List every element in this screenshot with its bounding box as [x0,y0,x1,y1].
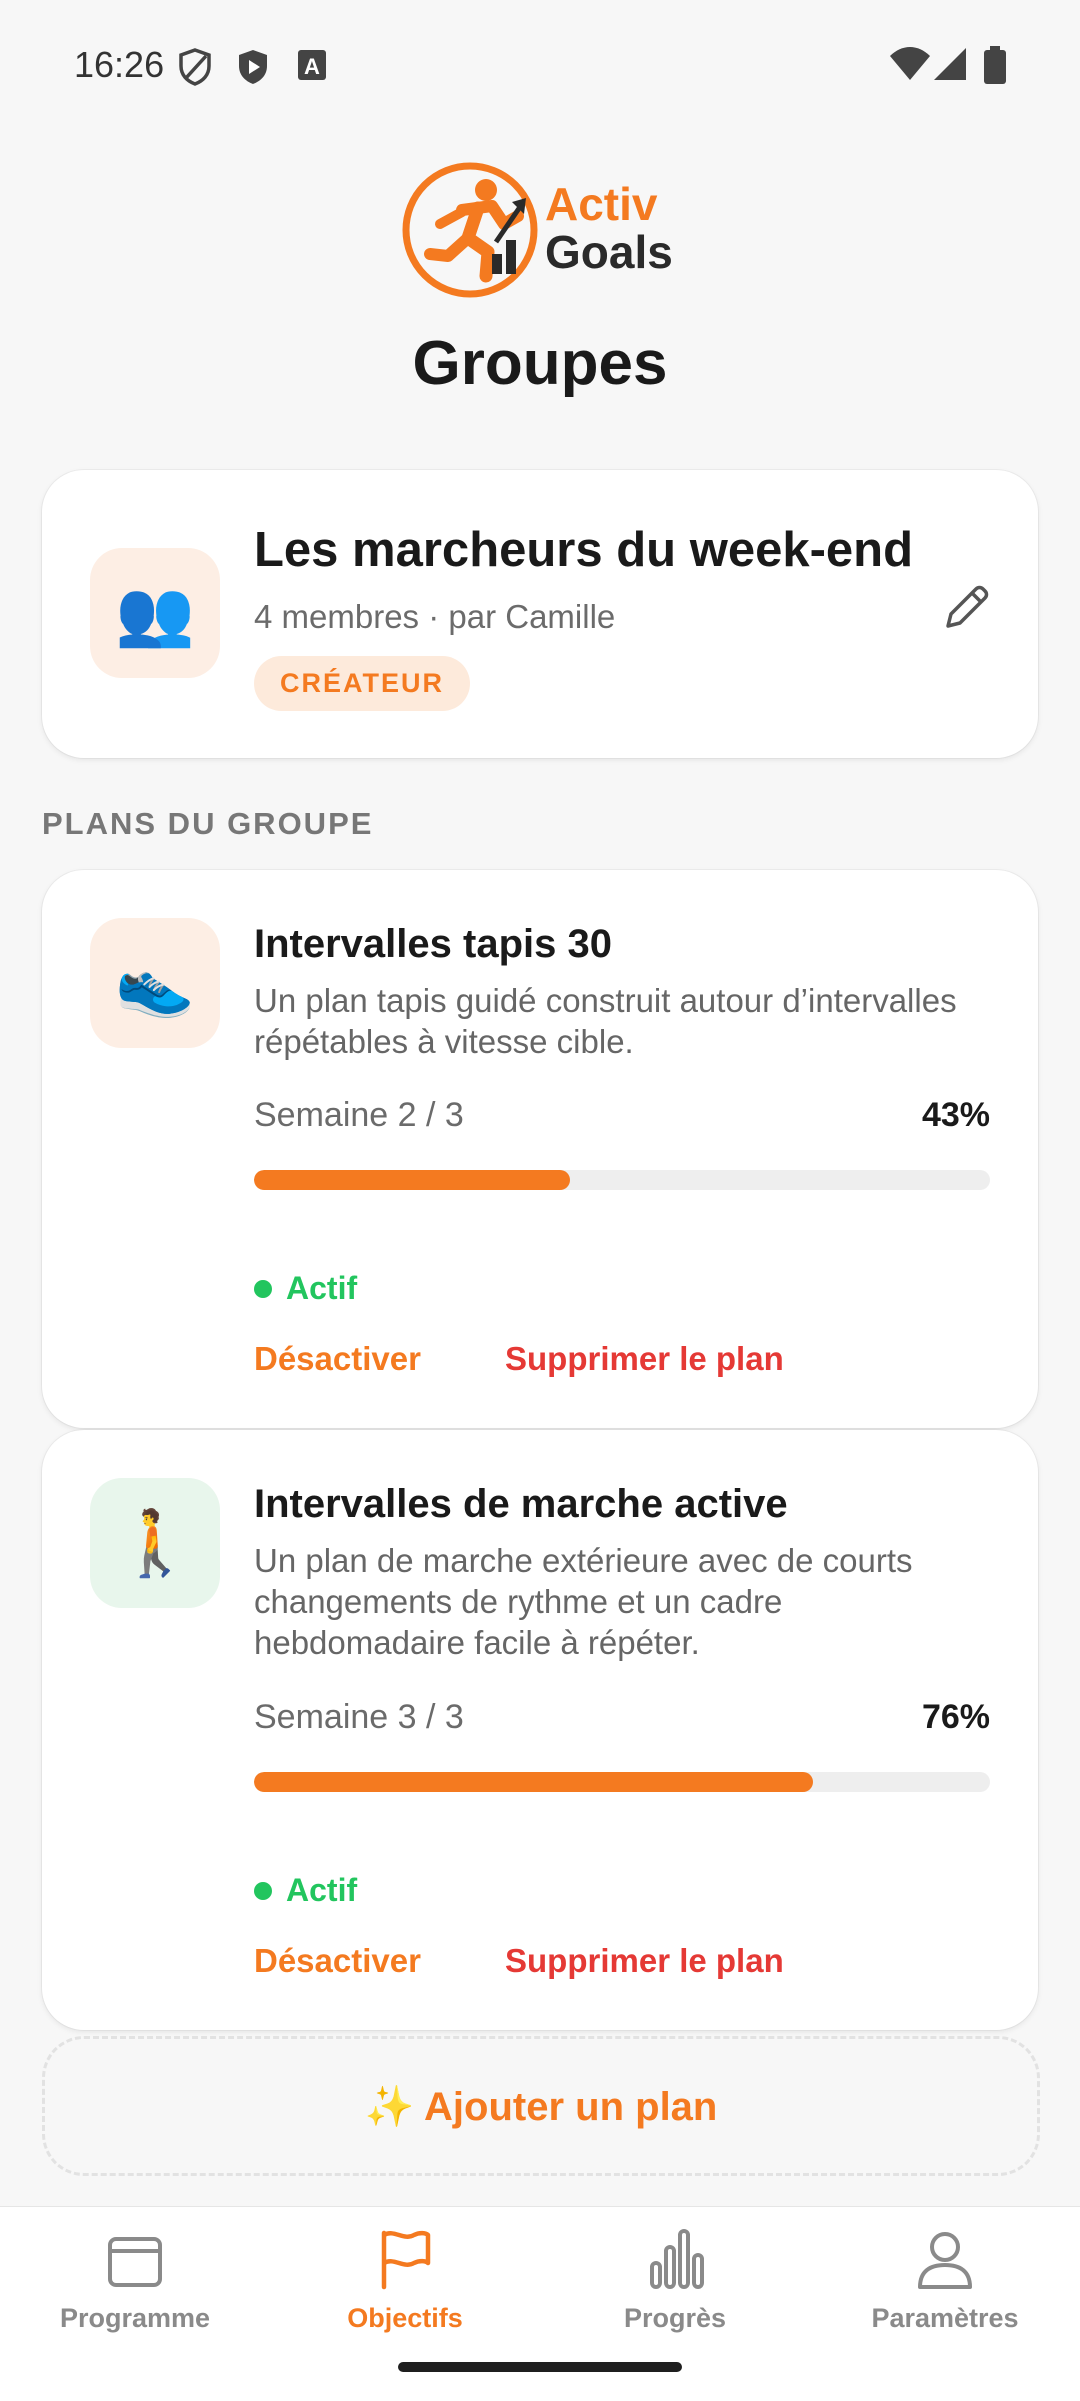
home-indicator[interactable] [398,2362,682,2372]
plan-percent: 43% [921,1096,990,1134]
group-card[interactable]: 👥 Les marcheurs du week-end 4 membres · … [42,470,1038,758]
status-text: Actif [286,1270,358,1306]
wifi-icon [890,47,930,80]
status-dot [254,1881,272,1900]
group-meta: 4 membres · par Camille [254,598,616,635]
font-a-icon: A [298,50,326,80]
add-plan-label: ✨ Ajouter un plan [364,2084,718,2129]
add-plan-button[interactable]: ✨ Ajouter un plan [42,2036,1040,2176]
plan-week: Semaine 3 / 3 [254,1698,464,1736]
deactivate-button[interactable]: Désactiver [254,1340,421,1378]
calendar-icon [108,2237,162,2287]
status-time: 16:26 [74,44,165,85]
deactivate-button[interactable]: Désactiver [254,1942,421,1980]
plan-card[interactable]: 🚶 Intervalles de marche active Un plan d… [42,1430,1038,2030]
group-name: Les marcheurs du week-end [254,523,914,577]
logo-line-goals: Goals [545,226,673,278]
logo-wordmark: Activ Goals [545,180,673,276]
plan-title: Intervalles tapis 30 [254,922,612,966]
plan-status: Actif [254,1270,357,1307]
status-bar: 16:26 A [0,0,1080,130]
plan-description: Un plan de marche extérieure avec de cou… [254,1542,913,1661]
section-label-plans: PLANS DU GROUPE [42,806,374,841]
nav-item-programme[interactable]: Programme [0,2225,270,2334]
sneaker-icon: 👟 [90,918,220,1048]
plan-progress-bar [254,1170,990,1190]
nav-item-parametres[interactable]: Paramètres [810,2225,1080,2334]
plan-status: Actif [254,1872,357,1909]
nav-label: Objectifs [347,2303,463,2333]
status-dot [254,1279,272,1298]
page-title: Groupes [412,329,668,398]
delete-plan-button[interactable]: Supprimer le plan [505,1942,784,1980]
shield-outline-icon [179,48,211,86]
nav-item-objectifs[interactable]: Objectifs [270,2225,540,2334]
flag-icon [381,2230,431,2290]
signal-icon [934,48,966,80]
logo-line-activ: Activ [545,178,658,230]
plan-progress-fill [254,1170,571,1190]
plan-title: Intervalles de marche active [254,1482,788,1526]
nav-label: Paramètres [871,2303,1019,2333]
status-text: Actif [286,1872,358,1908]
plan-progress-fill [254,1772,814,1792]
nav-label: Progrès [623,2303,727,2333]
walking-person-icon: 🚶 [90,1478,220,1608]
edit-pencil-icon[interactable] [938,580,994,636]
delete-plan-button[interactable]: Supprimer le plan [505,1340,784,1378]
plan-week: Semaine 2 / 3 [254,1096,464,1134]
person-icon [918,2232,972,2289]
bar-chart-icon [650,2229,704,2289]
plan-percent: 76% [921,1698,990,1736]
plan-description: Un plan tapis guidé construit autour d’i… [254,982,957,1060]
shield-play-icon [239,50,267,84]
nav-item-progres[interactable]: Progrès [540,2225,810,2334]
plan-progress-bar [254,1772,990,1792]
svg-text:A: A [304,54,320,79]
creator-badge: CRÉATEUR [254,656,470,711]
plan-card[interactable]: 👟 Intervalles tapis 30 Un plan tapis gui… [42,870,1038,1428]
battery-icon [984,46,1006,84]
group-people-icon: 👥 [90,548,220,678]
nav-label: Programme [59,2303,211,2333]
